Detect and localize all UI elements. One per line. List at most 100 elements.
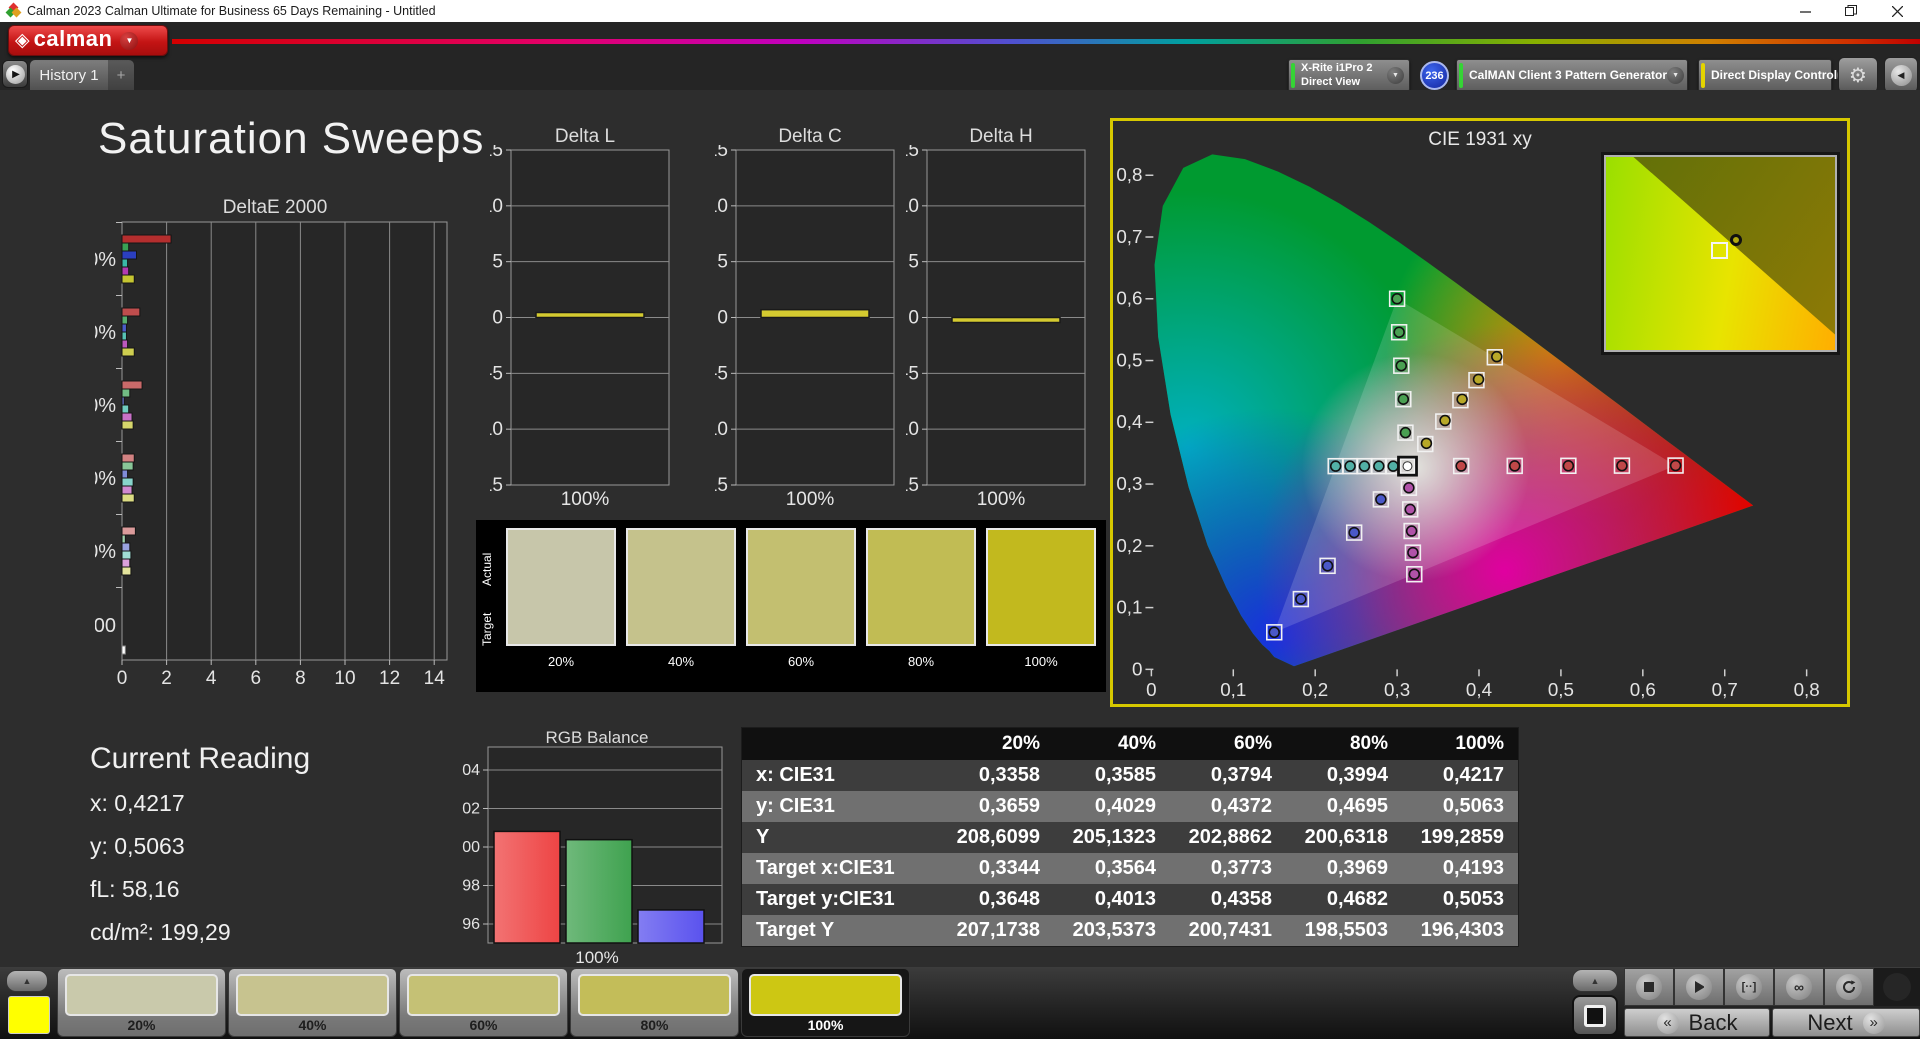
svg-text:15: 15 [715,145,728,161]
plus-icon: + [116,66,126,84]
table-header: 20% [938,728,1054,760]
svg-text:10: 10 [490,196,503,217]
current-reading-x: x: 0,4217 [90,790,185,816]
table-cell: 0,4695 [1326,795,1388,817]
svg-text:0,8: 0,8 [1794,679,1820,700]
current-pattern-color [8,996,50,1034]
table-cell: 203,5373 [1072,919,1156,941]
svg-text:0: 0 [1146,679,1156,700]
svg-text:0: 0 [1132,658,1142,679]
svg-text:-10: -10 [715,419,728,440]
pattern-swatch-button-100%[interactable]: 100% [741,968,910,1037]
table-header: 60% [1170,728,1286,760]
single-measure-button[interactable] [1674,968,1724,1006]
pattern-swatch-button-20%[interactable]: 20% [57,968,226,1037]
pattern-swatch-button-40%[interactable]: 40% [228,968,397,1037]
infinity-icon: ∞ [1786,974,1812,1000]
pattern-generator-dropdown[interactable]: CalMAN Client 3 Pattern Generator ▼ [1456,59,1688,92]
pattern-swatch-button-60%[interactable]: 60% [399,968,568,1037]
current-reading-y: y: 0,5063 [90,833,185,859]
add-tab-button[interactable]: + [108,60,134,90]
sweep-swatch-label: 80% [907,654,935,669]
chevron-down-icon: ▼ [120,31,139,50]
pattern-swatch-label: 40% [298,1017,327,1033]
table-row: Target y:CIE31 0,3648 0,4013 0,4358 0,4682 0,… [742,884,1518,915]
svg-text:0,5: 0,5 [1116,349,1142,370]
table-cell: 0,4193 [1442,857,1504,879]
svg-text:40%: 40% [95,468,116,490]
delta-l-chart: 151050-5-10-15 [490,145,670,496]
svg-text:102: 102 [462,801,480,818]
inset-target-marker [1711,241,1729,259]
pattern-swatch-label: 60% [469,1017,498,1033]
calman-logo-text: calman [33,26,113,51]
svg-text:6: 6 [251,668,262,689]
table-cell: 0,4029 [1094,795,1156,817]
stop-frame-icon [1584,1004,1606,1027]
main-content: Saturation Sweeps DeltaE 2000 0 2 4 6 8 10 12 1… [0,90,1920,967]
sweep-swatch-label: 20% [547,654,575,669]
svg-text:0,4: 0,4 [1116,411,1142,432]
loop-measure-button[interactable] [1824,968,1874,1006]
back-button[interactable]: « Back [1624,1008,1770,1037]
sweep-swatch-40% [626,528,736,646]
minimize-button[interactable] [1782,0,1828,22]
svg-text:15: 15 [906,145,919,161]
display-control-dropdown[interactable]: Direct Display Control ▼ [1698,59,1855,92]
tab-history-1[interactable]: History 1 [30,60,108,90]
svg-text:12: 12 [379,668,400,689]
svg-text:0,7: 0,7 [1712,679,1738,700]
restore-button[interactable] [1828,0,1874,22]
svg-text:0,2: 0,2 [1116,535,1142,556]
pattern-status-accent [1459,63,1463,88]
svg-text:0,5: 0,5 [1548,679,1574,700]
svg-text:80%: 80% [95,322,116,344]
collapse-panel-button[interactable]: ◀ [1884,57,1918,93]
rgb-balance-xlabel: 100% [575,948,619,967]
svg-text:0,2: 0,2 [1302,679,1328,700]
measure-window-button[interactable] [1572,995,1618,1036]
table-cell: 199,2859 [1420,826,1504,848]
meter-dropdown[interactable]: X-Rite i1Pro 2 Direct View ▼ [1288,59,1410,92]
table-row: Target Y 207,1738 203,5373 200,7431 198,5503… [742,915,1518,946]
svg-text:4: 4 [206,668,217,689]
pattern-generator-label: CalMAN Client 3 Pattern Generator [1469,68,1668,82]
actual-target-swatch-strip: Actual Target 20% 40% 60% 80% 100% [476,520,1106,692]
next-button[interactable]: Next » [1772,1008,1920,1037]
pattern-swatch-color [578,974,731,1016]
table-cell: 0,4013 [1094,888,1156,910]
meter-panel-expand-button[interactable]: ▲ [1572,969,1618,992]
stop-measure-button[interactable] [1624,968,1674,1006]
continuous-measure-button[interactable]: ∞ [1774,968,1824,1006]
chevron-double-right-icon: » [1862,1011,1885,1034]
svg-text:10: 10 [715,196,728,217]
table-row: Y 208,6099 205,1323 202,8862 200,6318 199,285… [742,822,1518,853]
sweep-swatch-80% [866,528,976,646]
stop-icon [1636,974,1662,1000]
series-measure-button[interactable]: [··] [1724,968,1774,1006]
header: ◈ calman ▼ ▶ History 1 + X-Rite i1Pro 2 … [0,22,1920,93]
table-cell: 0,4372 [1210,795,1272,817]
reading-count-badge[interactable]: 236 [1420,61,1449,90]
current-reading-cdm2: cd/m²: 199,29 [90,919,231,945]
row-label: y: CIE31 [756,795,835,817]
table-cell: 0,3994 [1326,764,1388,786]
svg-text:5: 5 [908,252,919,273]
sweep-swatch-100% [986,528,1096,646]
pattern-swatch-label: 80% [640,1017,669,1033]
spectrum-divider [172,39,1920,44]
settings-button[interactable]: ⚙ [1838,57,1878,93]
svg-text:2: 2 [161,668,172,689]
calman-menu-button[interactable]: ◈ calman ▼ [8,25,168,56]
close-button[interactable] [1874,0,1920,22]
display-control-label: Direct Display Control [1711,68,1838,82]
table-row: Target x:CIE31 0,3344 0,3564 0,3773 0,3969 0,… [742,853,1518,884]
window-title: Calman 2023 Calman Ultimate for Business… [27,4,436,18]
pattern-swatch-button-80%[interactable]: 80% [570,968,739,1037]
pattern-panel-expand-button[interactable]: ▲ [6,970,48,992]
table-row: y: CIE31 0,3659 0,4029 0,4372 0,4695 0,5063 [742,791,1518,822]
svg-text:100: 100 [462,839,480,856]
pattern-swatch-label: 100% [807,1017,844,1033]
workflow-play-button[interactable]: ▶ [2,60,28,88]
empty-circle-icon [1883,973,1911,1001]
